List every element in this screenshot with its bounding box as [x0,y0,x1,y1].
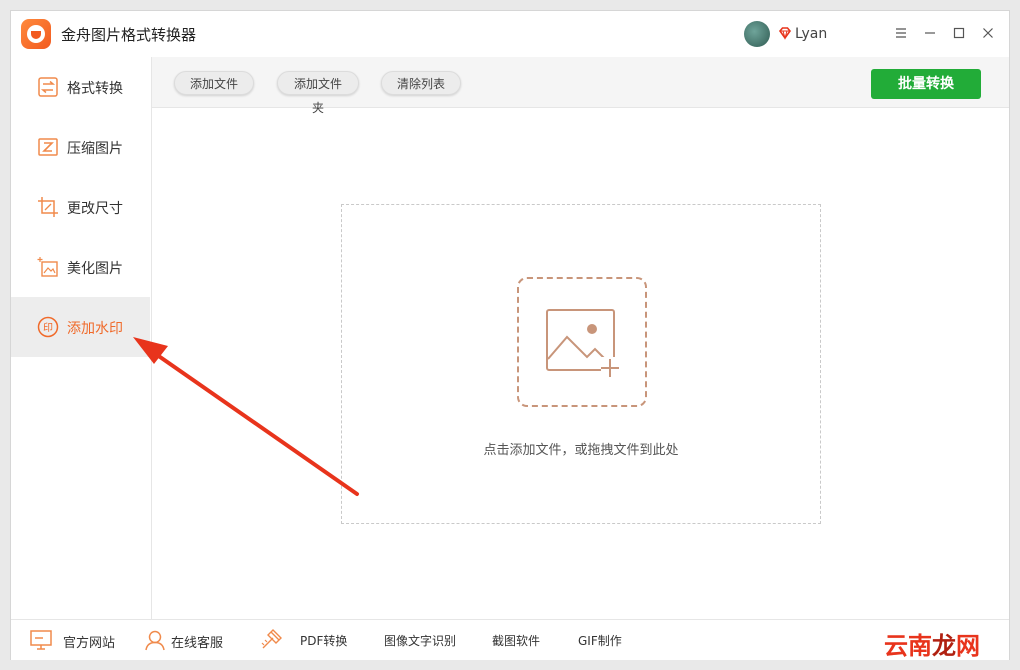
sidebar-item-watermark[interactable]: 印 添加水印 [11,297,150,357]
official-website-link[interactable]: 官方网站 [63,632,115,651]
minimize-icon [925,32,935,34]
maximize-icon [953,27,965,39]
site-watermark: 云南龙网 [884,626,980,661]
watermark-icon: 印 [37,316,59,338]
sidebar-item-format-convert[interactable]: 格式转换 [11,57,150,117]
title-bar: 金舟图片格式转换器 Lyan [11,11,1009,58]
compress-icon [38,138,58,156]
sidebar-item-beautify[interactable]: 美化图片 [11,237,150,297]
sidebar: 格式转换 压缩图片 更改尺寸 美化图片 印 添加水印 [11,57,152,619]
batch-convert-button[interactable]: 批量转换 [871,69,981,99]
sidebar-item-compress[interactable]: 压缩图片 [11,117,150,177]
file-drop-zone[interactable]: 点击添加文件，或拖拽文件到此处 [341,204,821,524]
watermark-text-2: 龙 [932,632,956,660]
screenshot-software-link[interactable]: 截图软件 [492,632,540,649]
sidebar-item-resize[interactable]: 更改尺寸 [11,177,150,237]
watermark-text-3: 网 [956,632,980,660]
resize-icon [38,197,58,217]
beautify-icon [37,257,58,277]
app-logo-icon [21,19,51,49]
add-file-button[interactable]: 添加文件 [174,71,254,95]
username[interactable]: Lyan [795,26,827,42]
add-image-icon [546,309,621,377]
customer-service-icon [145,630,165,651]
app-window: 金舟图片格式转换器 Lyan 格式转换 压缩图片 更改尺寸 美化图片 印 添加水… [10,10,1010,660]
vip-diamond-icon [778,27,792,40]
svg-text:印: 印 [43,322,53,334]
monitor-icon [30,630,52,650]
ocr-link[interactable]: 图像文字识别 [384,632,456,649]
drop-hint-text: 点击添加文件，或拖拽文件到此处 [483,443,679,458]
app-title: 金舟图片格式转换器 [61,26,197,44]
close-button[interactable] [978,23,998,43]
convert-icon [38,77,58,97]
watermark-text-1: 云南 [884,632,932,660]
add-image-placeholder[interactable] [517,277,647,407]
sidebar-item-label: 格式转换 [67,81,123,97]
footer-bar: 官方网站 在线客服 PDF转换 图像文字识别 截图软件 GIF制作 [11,619,1009,660]
user-avatar[interactable] [744,21,770,47]
sidebar-item-label: 添加水印 [67,321,123,337]
maximize-button[interactable] [949,23,969,43]
pdf-convert-link[interactable]: PDF转换 [300,632,347,649]
close-icon [983,28,993,38]
add-folder-button[interactable]: 添加文件夹 [277,71,359,115]
sidebar-item-label: 美化图片 [67,261,123,277]
minimize-button[interactable] [920,23,940,43]
gif-maker-link[interactable]: GIF制作 [578,632,622,649]
menu-button[interactable] [891,23,911,43]
online-support-link[interactable]: 在线客服 [171,632,223,651]
sidebar-item-label: 更改尺寸 [67,201,123,217]
toolbar: 添加文件 添加文件夹 清除列表 批量转换 [152,57,1009,115]
menu-icon [896,28,906,38]
sidebar-item-label: 压缩图片 [67,141,123,157]
pdf-tool-icon [261,629,282,649]
clear-list-button[interactable]: 清除列表 [381,71,461,95]
